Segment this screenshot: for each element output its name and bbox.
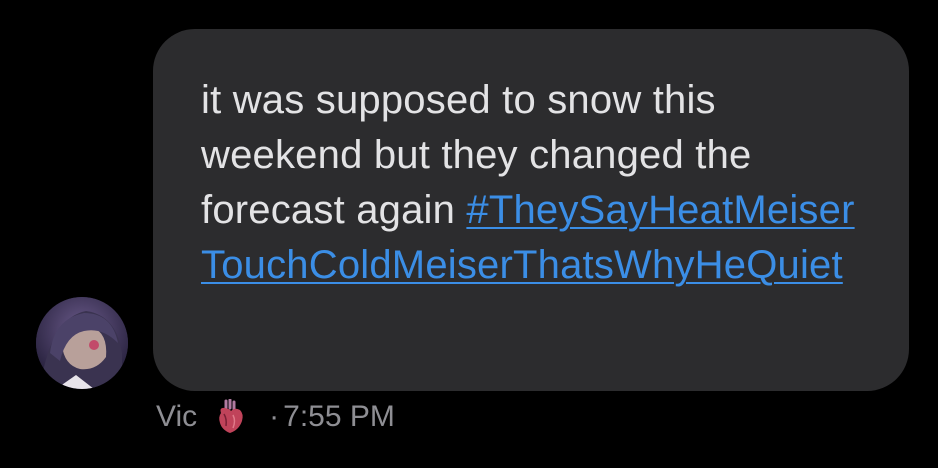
sender-name[interactable]: Vic <box>156 400 197 434</box>
message-bubble[interactable]: it was supposed to snow this weekend but… <box>153 29 909 391</box>
meta-separator: · <box>269 400 280 433</box>
message-timestamp: 7:55 PM <box>283 400 395 433</box>
avatar[interactable] <box>36 297 128 389</box>
avatar-image <box>36 297 128 389</box>
message-meta: Vic · 7:55 PM <box>156 397 395 437</box>
message-body: it was supposed to snow this weekend but… <box>201 73 879 293</box>
anatomical-heart-icon <box>215 399 245 435</box>
